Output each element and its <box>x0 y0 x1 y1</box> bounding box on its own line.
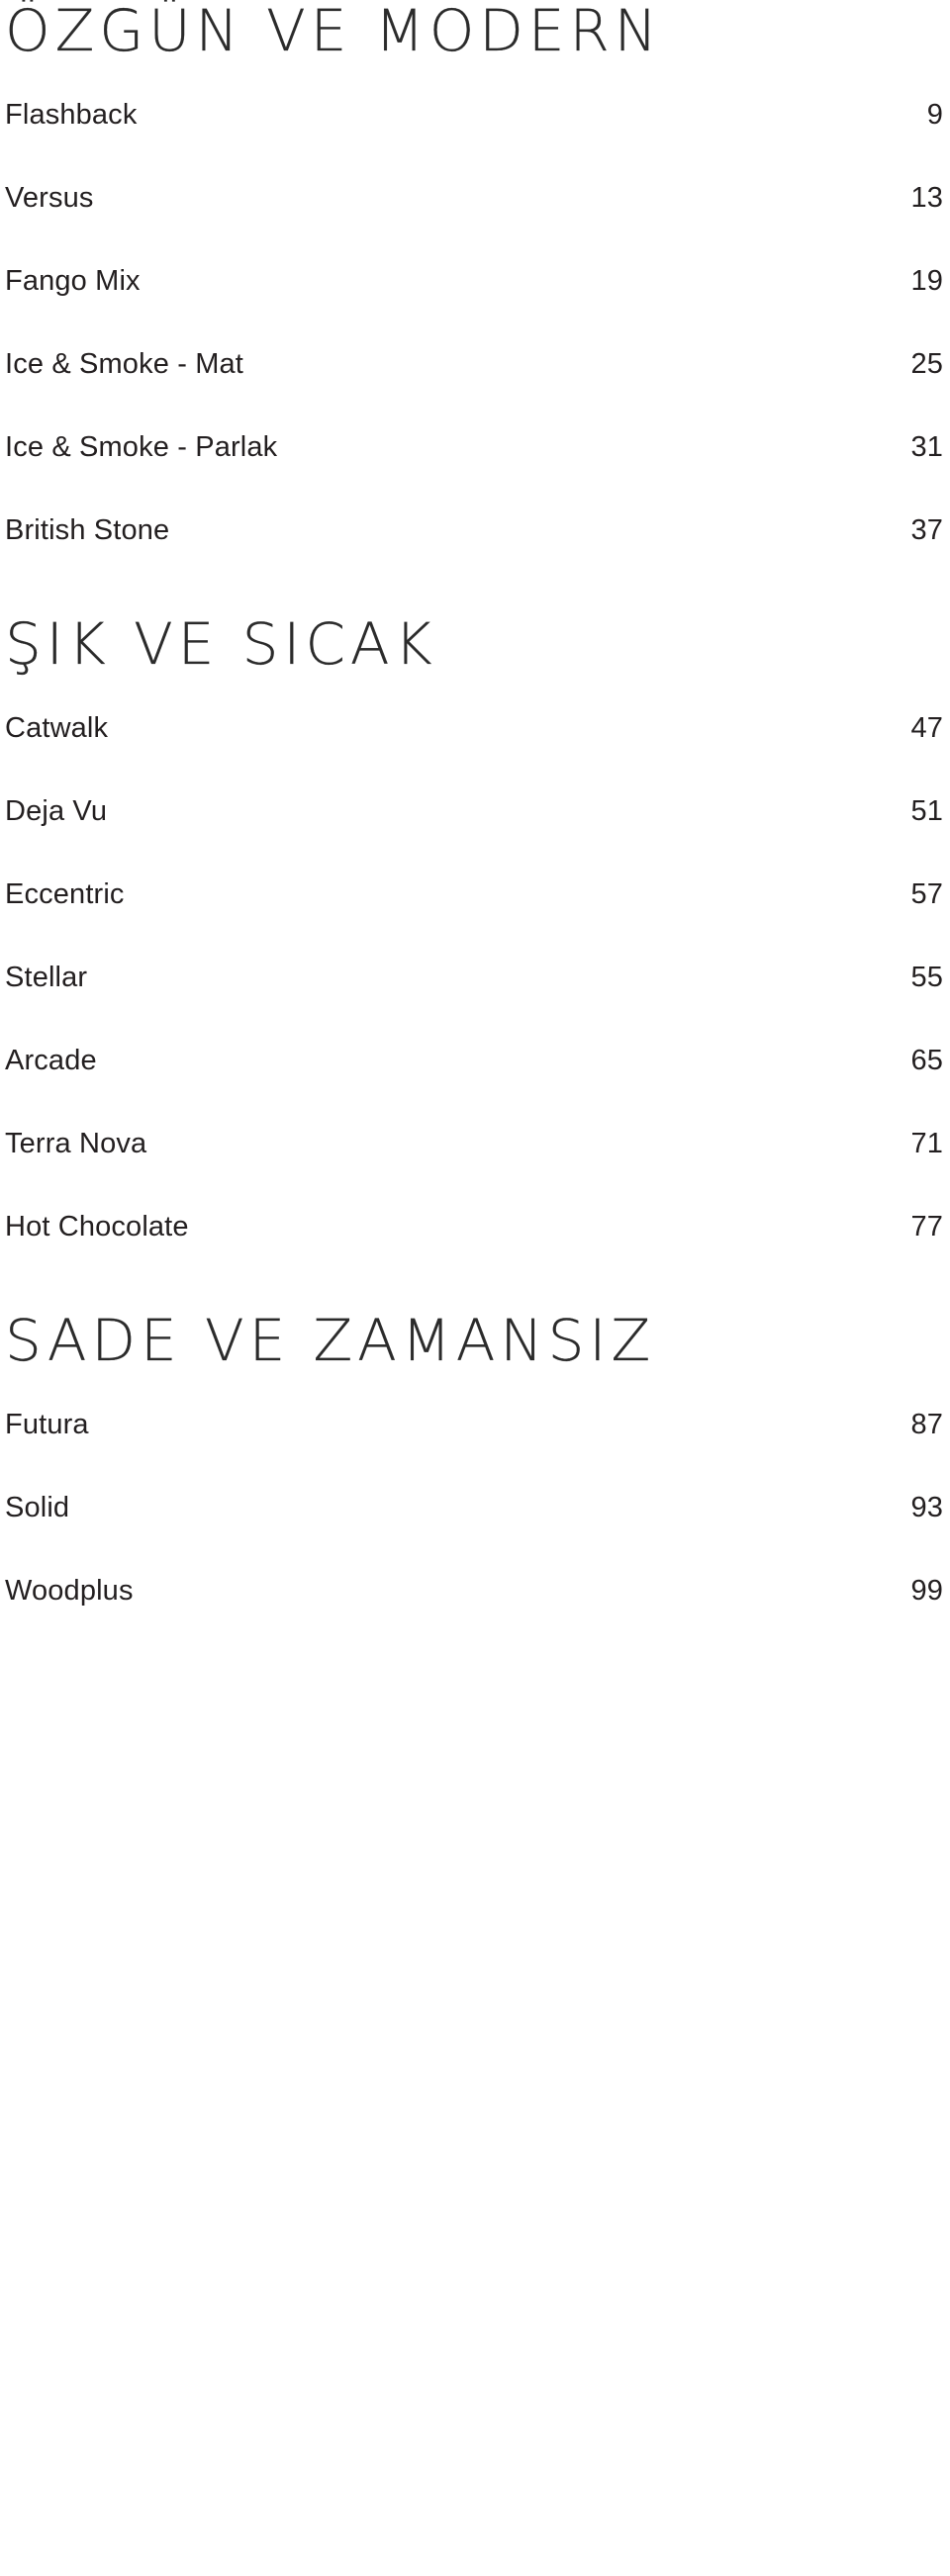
toc-entry[interactable]: Ice & Smoke - Parlak 31 <box>5 406 943 489</box>
toc-entry-title: Hot Chocolate <box>5 1211 189 1242</box>
toc-entry-title: Flashback <box>5 99 138 131</box>
toc-entry-page: 47 <box>910 712 943 744</box>
toc-entry-page: 99 <box>910 1575 943 1607</box>
toc-entry-title: Arcade <box>5 1045 97 1076</box>
section-heading-row: ŞIK VE SICAK <box>5 615 943 687</box>
toc-entry-page: 37 <box>910 514 943 546</box>
toc-entry-page: 87 <box>910 1409 943 1440</box>
toc-entry-page: 65 <box>910 1045 943 1076</box>
toc-entry[interactable]: Futura 87 <box>5 1383 943 1466</box>
toc-entry-title: Futura <box>5 1409 89 1440</box>
toc-entry[interactable]: Eccentric 57 <box>5 853 943 936</box>
toc-entry-title: Ice & Smoke - Parlak <box>5 431 278 463</box>
toc-entry-page: 31 <box>910 431 943 463</box>
table-of-contents-page: ÖZGÜN VE MODERN Flashback 9 Versus 13 Fa… <box>0 0 950 2576</box>
toc-entry[interactable]: Fango Mix 19 <box>5 239 943 322</box>
toc-entry-page: 25 <box>910 348 943 380</box>
toc-entry-page: 55 <box>910 962 943 993</box>
toc-entry[interactable]: Catwalk 47 <box>5 687 943 770</box>
section-heading-ozgun-ve-modern: ÖZGÜN VE MODERN <box>5 0 663 64</box>
toc-entry[interactable]: Arcade 65 <box>5 1019 943 1102</box>
toc-entry[interactable]: Woodplus 99 <box>5 1549 943 1632</box>
toc-entry[interactable]: Solid 93 <box>5 1466 943 1549</box>
toc-entry-page: 71 <box>910 1128 943 1159</box>
section-heading-row: SADE VE ZAMANSIZ <box>5 1312 943 1383</box>
toc-entry-title: Terra Nova <box>5 1128 147 1159</box>
toc-entry-page: 9 <box>926 99 943 131</box>
toc-entry-title: Stellar <box>5 962 88 993</box>
section-heading-row: ÖZGÜN VE MODERN <box>5 0 943 73</box>
toc-entry-page: 77 <box>910 1211 943 1242</box>
toc-entry[interactable]: Versus 13 <box>5 156 943 239</box>
toc-entry[interactable]: Flashback 9 <box>5 73 943 156</box>
toc-entry[interactable]: Terra Nova 71 <box>5 1102 943 1185</box>
toc-entry-title: Versus <box>5 182 94 214</box>
toc-entry[interactable]: Ice & Smoke - Mat 25 <box>5 322 943 406</box>
toc-entry-title: British Stone <box>5 514 170 546</box>
toc-entry[interactable]: Hot Chocolate 77 <box>5 1185 943 1268</box>
toc-entry-page: 13 <box>910 182 943 214</box>
toc-entry-title: Fango Mix <box>5 265 141 297</box>
toc-entry-title: Deja Vu <box>5 795 108 827</box>
toc-entry-page: 93 <box>910 1492 943 1523</box>
toc-entry[interactable]: British Stone 37 <box>5 489 943 572</box>
toc-entry-title: Catwalk <box>5 712 109 744</box>
toc-entry-title: Woodplus <box>5 1575 134 1607</box>
toc-entry-title: Eccentric <box>5 878 125 910</box>
toc-entry-page: 51 <box>910 795 943 827</box>
section-heading-sade-ve-zamansiz: SADE VE ZAMANSIZ <box>5 1307 656 1374</box>
toc-entry[interactable]: Stellar 55 <box>5 936 943 1019</box>
toc-entry-title: Solid <box>5 1492 70 1523</box>
toc-entry[interactable]: Deja Vu 51 <box>5 770 943 853</box>
toc-entry-title: Ice & Smoke - Mat <box>5 348 243 380</box>
section-heading-sik-ve-sicak: ŞIK VE SICAK <box>5 610 437 678</box>
toc-entry-page: 57 <box>910 878 943 910</box>
toc-entry-page: 19 <box>910 265 943 297</box>
